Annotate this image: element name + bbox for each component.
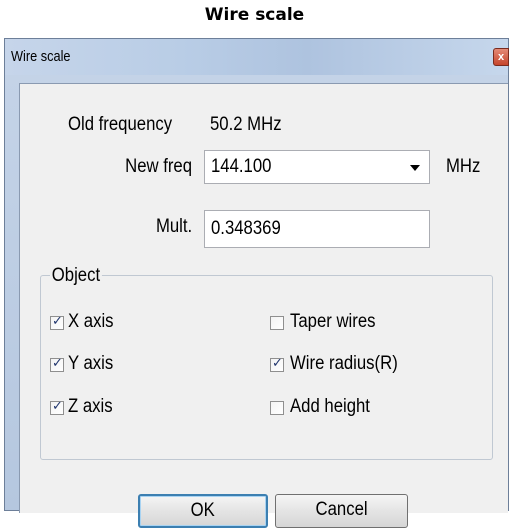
ok-button-label: OK [190, 500, 216, 521]
new-freq-combobox[interactable]: 144.100 [204, 150, 430, 184]
mult-value: 0.348369 [211, 218, 281, 239]
taper-wires-checkbox[interactable] [270, 316, 284, 330]
z-axis-label[interactable]: Z axis [68, 396, 113, 418]
new-freq-label: New freq [125, 156, 192, 177]
z-axis-checkbox[interactable] [50, 399, 64, 415]
wire-radius-checkbox[interactable] [270, 356, 284, 372]
x-axis-label[interactable]: X axis [68, 311, 114, 333]
old-frequency-value: 50.2 MHz [210, 114, 282, 135]
page-caption: Wire scale [204, 5, 305, 25]
wire-scale-dialog: Wire scale x Old frequency 50.2 MHz New … [4, 38, 509, 528]
wire-radius-label[interactable]: Wire radius(R) [290, 353, 398, 375]
dialog-client-area: Old frequency 50.2 MHz New freq 144.100 … [19, 83, 508, 528]
y-axis-label[interactable]: Y axis [68, 353, 113, 375]
cancel-button-label: Cancel [315, 499, 368, 520]
y-axis-checkbox[interactable] [50, 356, 64, 372]
add-height-label[interactable]: Add height [290, 396, 370, 418]
add-height-checkbox[interactable] [270, 401, 284, 415]
mult-input[interactable]: 0.348369 [204, 210, 430, 248]
old-frequency-label: Old frequency [68, 114, 173, 135]
close-icon[interactable]: x [493, 48, 509, 66]
window-title: Wire scale [11, 48, 71, 65]
chevron-down-icon[interactable] [410, 165, 420, 171]
ok-button[interactable]: OK [138, 494, 268, 528]
new-freq-value: 144.100 [211, 156, 272, 177]
x-axis-checkbox[interactable] [50, 314, 64, 330]
mult-label: Mult. [155, 216, 192, 237]
object-group-title: Object [50, 265, 102, 287]
cancel-button[interactable]: Cancel [275, 494, 408, 528]
taper-wires-label[interactable]: Taper wires [290, 311, 375, 333]
new-freq-unit: MHz [446, 156, 481, 177]
title-bar[interactable]: Wire scale x [5, 39, 509, 75]
